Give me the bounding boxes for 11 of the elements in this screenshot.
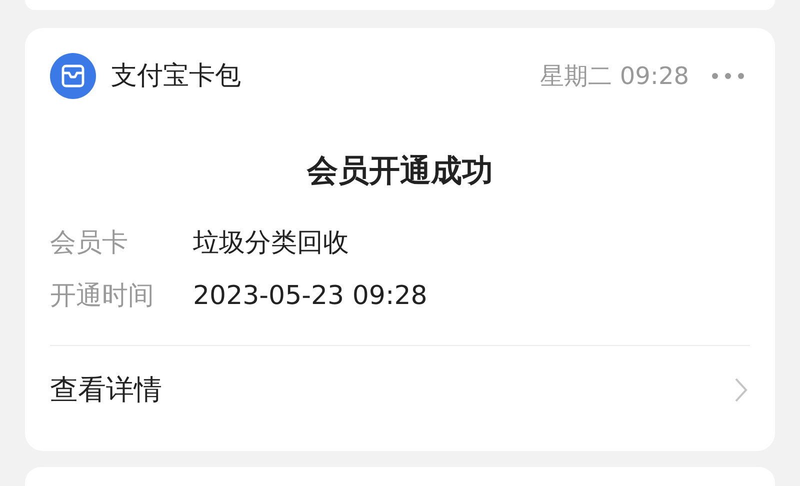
chevron-icon <box>734 376 748 403</box>
wallet-icon <box>50 52 96 99</box>
details-link[interactable]: 查看详情 <box>50 346 750 434</box>
field-value: 垃圾分类回收 <box>193 227 349 260</box>
more-icon[interactable] <box>711 72 745 80</box>
field-label: 会员卡 <box>50 227 129 260</box>
message-time: 星期二 09:28 <box>540 60 689 92</box>
field-value: 2023-05-23 09:28 <box>193 280 428 311</box>
message-title: 会员开通成功 <box>306 152 494 191</box>
app-name: 支付宝卡包 <box>111 60 241 94</box>
field-label: 开通时间 <box>50 280 155 314</box>
